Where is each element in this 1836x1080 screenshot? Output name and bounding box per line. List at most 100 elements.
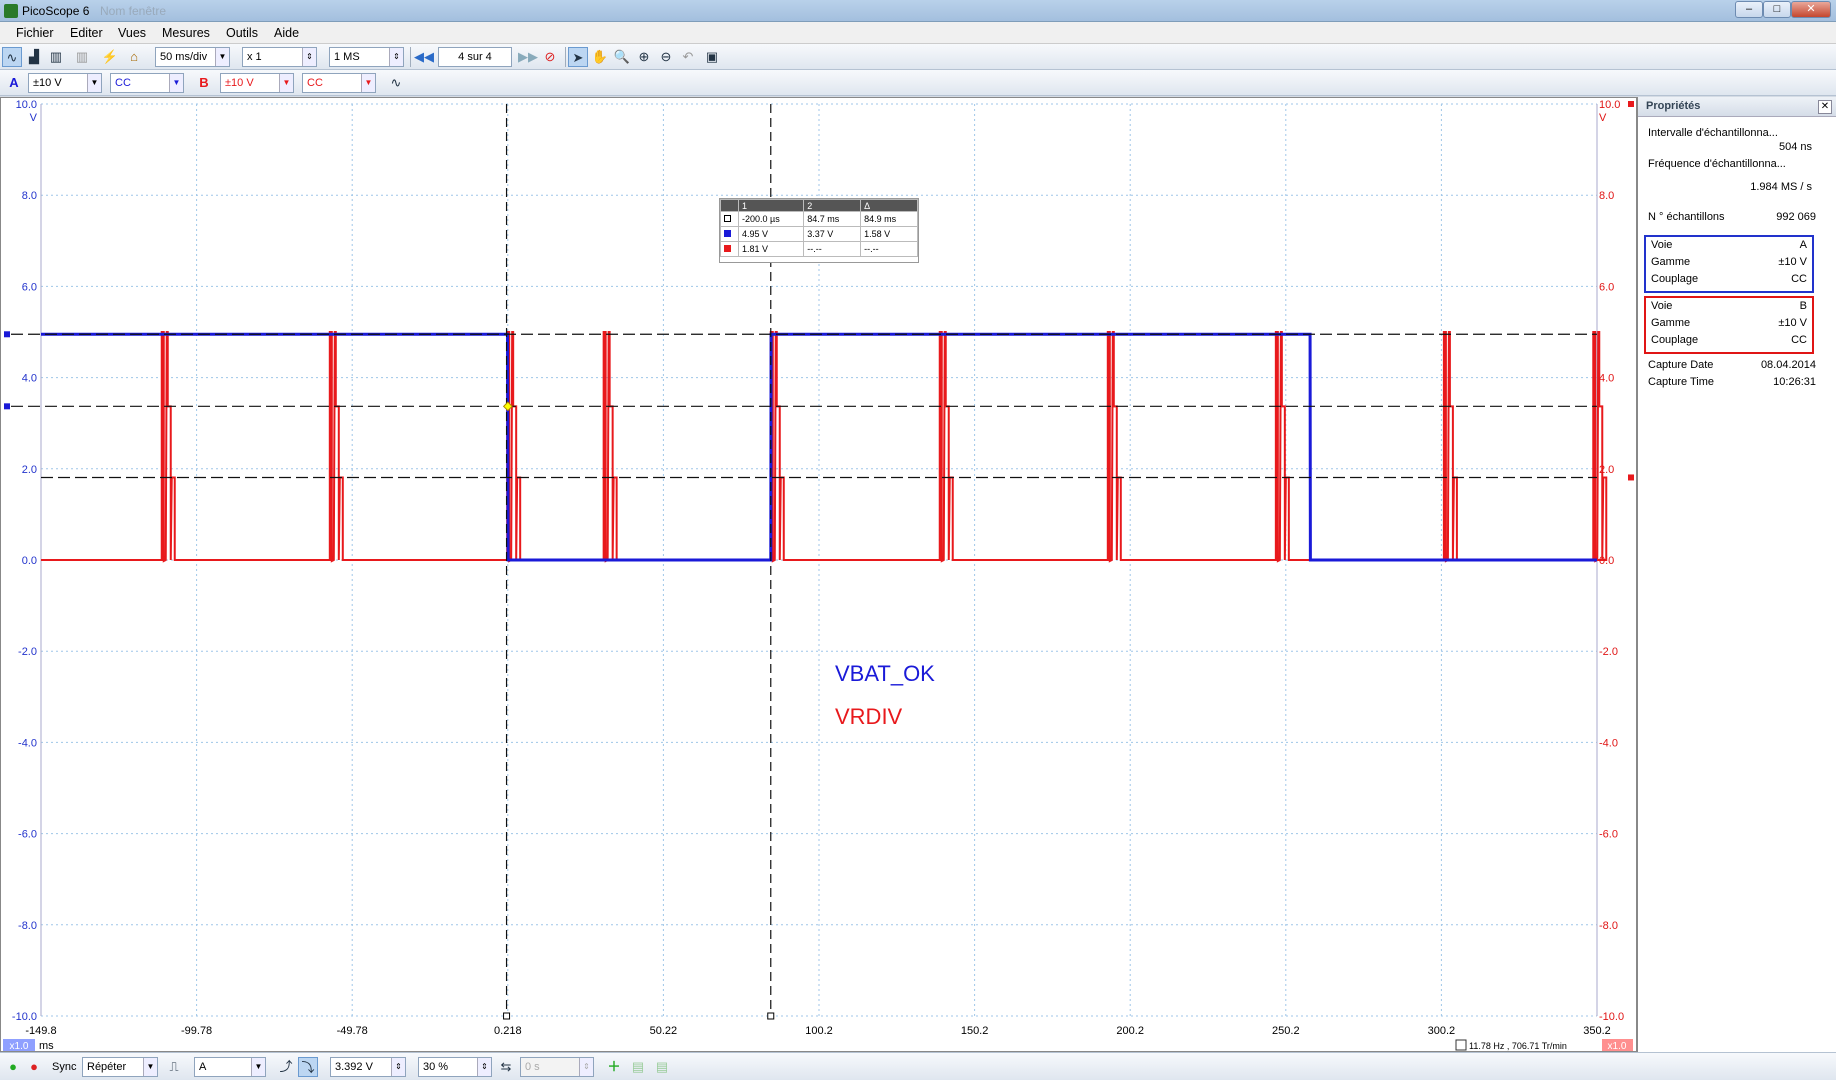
y-tick-label-right: -8.0 [1599,920,1618,932]
time-ruler-handle [767,1012,775,1020]
pretrigger-stepper[interactable]: 30 % ⇕ [418,1057,492,1077]
auto-setup-icon[interactable]: ⚡ [100,47,120,67]
capture-date-label: Capture Date [1648,359,1714,371]
zoom-out-icon[interactable]: ⊖ [656,47,676,67]
menu-vues[interactable]: Vues [118,26,146,40]
trigger-delay-stepper[interactable]: 0 s ⇕ [520,1057,594,1077]
menu-mesures[interactable]: Mesures [162,26,210,40]
channel-b-axis-handle [1628,101,1634,107]
scope-mode-icon[interactable]: ∿ [2,47,22,67]
chevron-down-icon: ▼ [251,1058,265,1076]
y-tick-label-right: -2.0 [1599,646,1618,658]
minimize-button[interactable]: – [1735,1,1763,18]
x-tick-label: 100.2 [805,1025,833,1037]
x-tick-label: -49.78 [337,1025,368,1037]
channel-b-info: Voie B Gamme ±10 V Couplage CC [1644,296,1814,354]
edit-measurement-icon[interactable]: ▤ [628,1057,648,1077]
chevron-down-icon: ▼ [279,74,293,92]
menu-editer[interactable]: Editer [70,26,103,40]
y-tick-label-right: 8.0 [1599,190,1614,202]
spectrum-view-icon[interactable]: ▥ [72,47,92,67]
annotation-vbat-ok: VBAT_OK [835,661,935,686]
ruler-header-2: 2 [803,199,862,212]
samples-stepper[interactable]: 1 MS ⇕ [329,47,404,67]
channel-a-coupling-select[interactable]: CC ▼ [110,73,184,93]
home-icon[interactable]: ⌂ [124,47,144,67]
channel-b-range-select[interactable]: ±10 V ▼ [220,73,294,93]
delay-icon[interactable]: ⇆ [496,1057,516,1077]
close-window-button[interactable]: ✕ [1791,1,1831,18]
sync-label: Sync [52,1061,77,1073]
zoom-in-icon[interactable]: ⊕ [634,47,654,67]
y-tick-label-left: 6.0 [22,281,37,293]
y-tick-label-left: -8.0 [18,920,37,932]
trace-vbat-ok [41,332,1597,562]
compass-icon[interactable]: ⊘ [540,47,560,67]
math-channel-icon[interactable]: ∿ [386,73,406,93]
buffer-navigator[interactable]: 4 sur 4 [438,47,512,67]
trigger-level-stepper[interactable]: 3.392 V ⇕ [330,1057,406,1077]
menu-bar: Fichier Editer Vues Mesures Outils Aide [0,22,1836,44]
stepper-icon: ⇕ [579,1058,593,1076]
start-icon[interactable]: ● [3,1057,23,1077]
y-tick-label-left: -6.0 [18,829,37,841]
stop-icon[interactable]: ● [24,1057,44,1077]
close-icon[interactable]: ✕ [1818,100,1832,114]
ruler-table[interactable]: 12Δ -200.0 µs 84.7 ms 84.9 ms 4.95 V 3.37 V… [719,198,919,263]
y-tick-label-right: 6.0 [1599,281,1614,293]
nsamples-label: N ° échantillons [1648,211,1725,223]
scope-view[interactable]: 10.0 8.0 6.0 4.0 2.0 0.0 -2.0 -4.0 -6.0 -8.0 -10.0… [0,97,1637,1052]
zoom-stepper[interactable]: x 1 ⇕ [242,47,317,67]
menu-outils[interactable]: Outils [226,26,258,40]
last-buffer-icon[interactable]: ▶▶ [518,47,538,67]
y-unit-right: V [1599,112,1607,124]
capture-date-value: 08.04.2014 [1760,359,1816,371]
hand-tool-icon[interactable]: ✋ [590,47,610,67]
chevron-down-icon: ▼ [143,1058,157,1076]
sampling-freq-value: 1.984 MS / s [1750,181,1812,193]
y-unit-left: V [30,112,38,124]
zoom-region-icon[interactable]: 🔍 [612,47,632,67]
rising-edge-icon[interactable]: ⤴ [276,1057,296,1077]
channel-toolbar: A ±10 V ▼ CC ▼ B ±10 V ▼ CC ▼ ∿ [0,70,1836,96]
timebase-select[interactable]: 50 ms/div ▼ [155,47,230,67]
nsamples-value: 992 069 [1776,211,1816,223]
delete-measurement-icon[interactable]: ▤ [652,1057,672,1077]
x-tick-label: 200.2 [1116,1025,1144,1037]
y-tick-label-right: -6.0 [1599,829,1618,841]
undo-zoom-icon[interactable]: ↶ [678,47,698,67]
first-buffer-icon[interactable]: ◀◀ [414,47,434,67]
trigger-source-select[interactable]: A ▼ [194,1057,266,1077]
ruler-header-delta: Δ [860,199,918,212]
channel-a-options-button[interactable]: A [4,73,24,93]
time-ruler-handle [503,1012,511,1020]
channel-b-coupling-select[interactable]: CC ▼ [302,73,376,93]
y-tick-label-right: 10.0 [1599,99,1620,111]
persistence-mode-icon[interactable]: ▟ [24,47,44,67]
menu-aide[interactable]: Aide [274,26,299,40]
trigger-mode-select[interactable]: Répéter ▼ [82,1057,158,1077]
falling-edge-icon[interactable]: ⤵ [298,1057,318,1077]
add-measurement-icon[interactable]: ＋ [604,1057,624,1077]
x-tick-label: -149.8 [25,1025,56,1037]
y-tick-label-left: -10.0 [12,1011,37,1023]
y-tick-label-left: 10.0 [16,99,37,111]
x-tick-label: 300.2 [1428,1025,1456,1037]
spectrum-mode-icon[interactable]: ▥ [46,47,66,67]
advanced-trigger-icon[interactable]: ⎍ [164,1057,184,1077]
y-tick-label-right: 4.0 [1599,373,1614,385]
zoom-fit-icon[interactable]: ▣ [702,47,722,67]
app-icon [4,4,18,18]
x-tick-label: -99.78 [181,1025,212,1037]
y-tick-label-right: 2.0 [1599,464,1614,476]
capture-time-value: 10:26:31 [1773,376,1816,388]
sampling-freq-label: Fréquence d'échantillonna... [1648,158,1786,170]
x-tick-label: 150.2 [961,1025,989,1037]
annotation-vrdiv: VRDIV [835,704,903,729]
channel-b-options-button[interactable]: B [194,73,214,93]
menu-fichier[interactable]: Fichier [16,26,54,40]
pointer-tool-icon[interactable]: ➤ [568,47,588,67]
channel-a-range-select[interactable]: ±10 V ▼ [28,73,102,93]
stepper-icon: ⇕ [391,1058,405,1076]
maximize-button[interactable]: □ [1763,1,1791,18]
